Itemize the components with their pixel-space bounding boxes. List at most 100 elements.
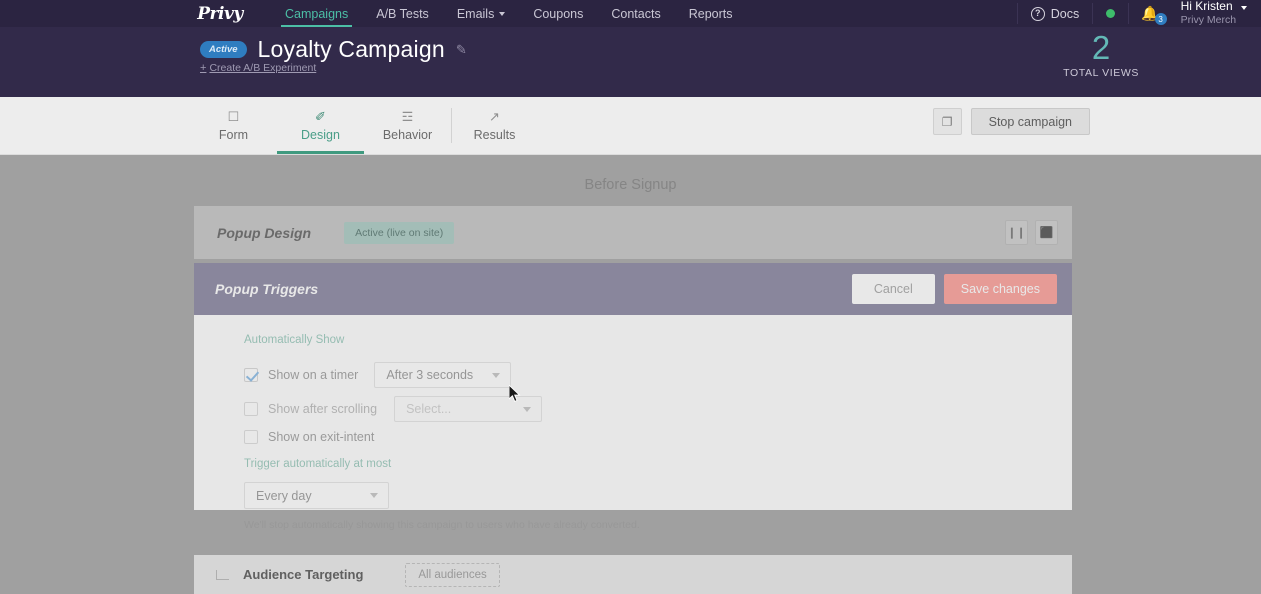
user-org-label: Privy Merch <box>1180 13 1237 26</box>
popup-triggers-title: Popup Triggers <box>215 281 319 297</box>
stop-campaign-button[interactable]: Stop campaign <box>970 108 1090 135</box>
plus-icon: + <box>200 62 207 74</box>
tab-design[interactable]: ✐ Design <box>277 97 364 154</box>
tab-results[interactable]: ↗ Results <box>451 97 538 154</box>
document-icon: ☐ <box>227 108 240 124</box>
tab-form[interactable]: ☐ Form <box>190 97 277 154</box>
chevron-down-icon <box>370 493 378 498</box>
trigger-option-timer: Show on a timer After 3 seconds <box>244 362 512 388</box>
docs-label: Docs <box>1050 6 1080 21</box>
campaign-title-row: Active Loyalty Campaign ✎ <box>200 36 467 63</box>
popup-live-status-badge[interactable]: Active (live on site) <box>344 221 455 244</box>
trigger-frequency-select[interactable]: Every day <box>244 482 389 509</box>
stop-campaign-label: Stop campaign <box>988 114 1072 129</box>
create-ab-experiment-label: Create A/B Experiment <box>209 62 317 74</box>
show-on-timer-checkbox[interactable] <box>244 368 258 382</box>
online-status-icon <box>1106 9 1116 18</box>
trigger-frequency-value: Every day <box>256 488 312 503</box>
show-after-scrolling-checkbox[interactable] <box>244 402 258 416</box>
user-menu[interactable]: Hi Kristen Privy Merch <box>1173 0 1261 27</box>
nav-right-cluster: ? Docs 🔔 3 Hi Kristen Privy Merch <box>1016 0 1261 27</box>
scroll-amount-value: Select... <box>406 402 452 416</box>
trigger-option-exit-intent: Show on exit-intent <box>244 430 374 444</box>
tab-list: ☐ Form ✐ Design ☲ Behavior ↗ Results <box>190 97 538 154</box>
design-content-area: Before Signup Popup Design Active (live … <box>0 155 1261 594</box>
nav-item-ab-tests[interactable]: A/B Tests <box>362 0 443 27</box>
docs-button[interactable]: ? Docs <box>1018 0 1092 27</box>
paintbrush-icon: ✐ <box>315 108 326 124</box>
automatically-show-label: Automatically Show <box>244 334 345 346</box>
popup-design-title: Popup Design <box>217 224 312 241</box>
tree-branch-icon <box>216 569 229 580</box>
trash-icon: ⬛ <box>1039 227 1054 239</box>
tab-label: Results <box>473 127 516 142</box>
nav-label: Coupons <box>533 6 584 21</box>
total-views-label: TOTAL VIEWS <box>1063 67 1139 79</box>
timer-delay-select[interactable]: After 3 seconds <box>374 362 512 388</box>
campaign-header: Active Loyalty Campaign ✎ + Create A/B E… <box>0 27 1261 97</box>
nav-item-campaigns[interactable]: Campaigns <box>271 0 362 27</box>
tab-behavior[interactable]: ☲ Behavior <box>364 97 451 154</box>
popup-triggers-panel: Popup Triggers Cancel Save changes Autom… <box>194 263 1072 531</box>
audience-selector-pill[interactable]: All audiences <box>405 562 500 587</box>
popup-triggers-body: Automatically Show Show on a timer After… <box>194 315 1072 531</box>
nav-label: Emails <box>456 6 495 21</box>
tab-label: Form <box>218 127 249 142</box>
audience-targeting-row[interactable]: Audience Targeting All audiences <box>194 555 1072 594</box>
trigger-helper-text: We'll stop automatically showing this ca… <box>244 519 640 531</box>
trigger-at-most-label: Trigger automatically at most <box>244 458 392 470</box>
timer-delay-value: After 3 seconds <box>386 368 474 382</box>
nav-label: Reports <box>688 6 733 21</box>
pause-button[interactable]: ❙❙ <box>1005 220 1028 245</box>
notifications-button[interactable]: 🔔 3 <box>1129 0 1172 27</box>
nav-item-reports[interactable]: Reports <box>675 0 747 27</box>
campaign-actions: ❐ Stop campaign <box>932 108 1090 135</box>
status-indicator <box>1093 0 1128 27</box>
duplicate-button[interactable]: ❐ <box>932 108 962 135</box>
nav-label: A/B Tests <box>376 6 429 21</box>
nav-label: Campaigns <box>285 6 349 21</box>
nav-item-emails[interactable]: Emails <box>443 0 520 27</box>
chart-icon: ↗ <box>489 108 500 124</box>
nav-item-coupons[interactable]: Coupons <box>519 0 597 27</box>
show-after-scrolling-label: Show after scrolling <box>268 402 378 416</box>
save-changes-button[interactable]: Save changes <box>943 274 1057 304</box>
cancel-button[interactable]: Cancel <box>851 274 935 304</box>
create-ab-experiment-link[interactable]: + Create A/B Experiment <box>200 62 316 74</box>
trigger-option-scrolling: Show after scrolling Select... <box>244 396 543 422</box>
user-greeting-text: Hi Kristen <box>1180 0 1233 13</box>
popup-design-bar: Popup Design Active (live on site) ❙❙ ⬛ <box>194 206 1072 259</box>
nav-label: Contacts <box>611 6 661 21</box>
chevron-down-icon <box>499 11 506 16</box>
mouse-cursor <box>508 383 522 403</box>
tab-label: Design <box>301 127 340 142</box>
popup-triggers-header: Popup Triggers Cancel Save changes <box>194 263 1072 315</box>
audience-targeting-title: Audience Targeting <box>243 567 364 582</box>
edit-pencil-icon[interactable]: ✎ <box>456 42 467 58</box>
popup-design-actions: ❙❙ ⬛ <box>1005 220 1058 245</box>
total-views-stat: 2 TOTAL VIEWS <box>1063 31 1139 79</box>
privy-campaign-page: Privy Campaigns A/B Tests Emails Coupons… <box>0 0 1261 594</box>
show-on-exit-intent-checkbox[interactable] <box>244 430 258 444</box>
show-on-timer-label: Show on a timer <box>268 368 359 382</box>
main-nav-items: Campaigns A/B Tests Emails Coupons Conta… <box>271 0 747 27</box>
page-title: Loyalty Campaign <box>257 36 445 62</box>
nav-item-contacts[interactable]: Contacts <box>597 0 674 27</box>
sliders-icon: ☲ <box>401 108 414 124</box>
show-on-exit-intent-label: Show on exit-intent <box>268 430 375 444</box>
top-navigation-bar: Privy Campaigns A/B Tests Emails Coupons… <box>0 0 1261 27</box>
chevron-down-icon <box>492 372 501 378</box>
duplicate-icon: ❐ <box>941 114 953 129</box>
notification-badge: 3 <box>1154 13 1167 25</box>
chevron-down-icon <box>523 406 532 412</box>
user-greeting: Hi Kristen <box>1181 0 1247 14</box>
campaign-tab-bar: ☐ Form ✐ Design ☲ Behavior ↗ Results ❐ S… <box>0 97 1261 155</box>
before-signup-heading: Before Signup <box>584 177 677 193</box>
popup-triggers-buttons: Cancel Save changes <box>851 274 1057 304</box>
tab-label: Behavior <box>382 127 433 142</box>
campaign-status-badge[interactable]: Active <box>200 41 247 58</box>
delete-button[interactable]: ⬛ <box>1035 220 1058 245</box>
total-views-value: 2 <box>1091 29 1111 66</box>
privy-logo[interactable]: Privy <box>191 2 249 26</box>
pause-icon: ❙❙ <box>1007 227 1026 239</box>
